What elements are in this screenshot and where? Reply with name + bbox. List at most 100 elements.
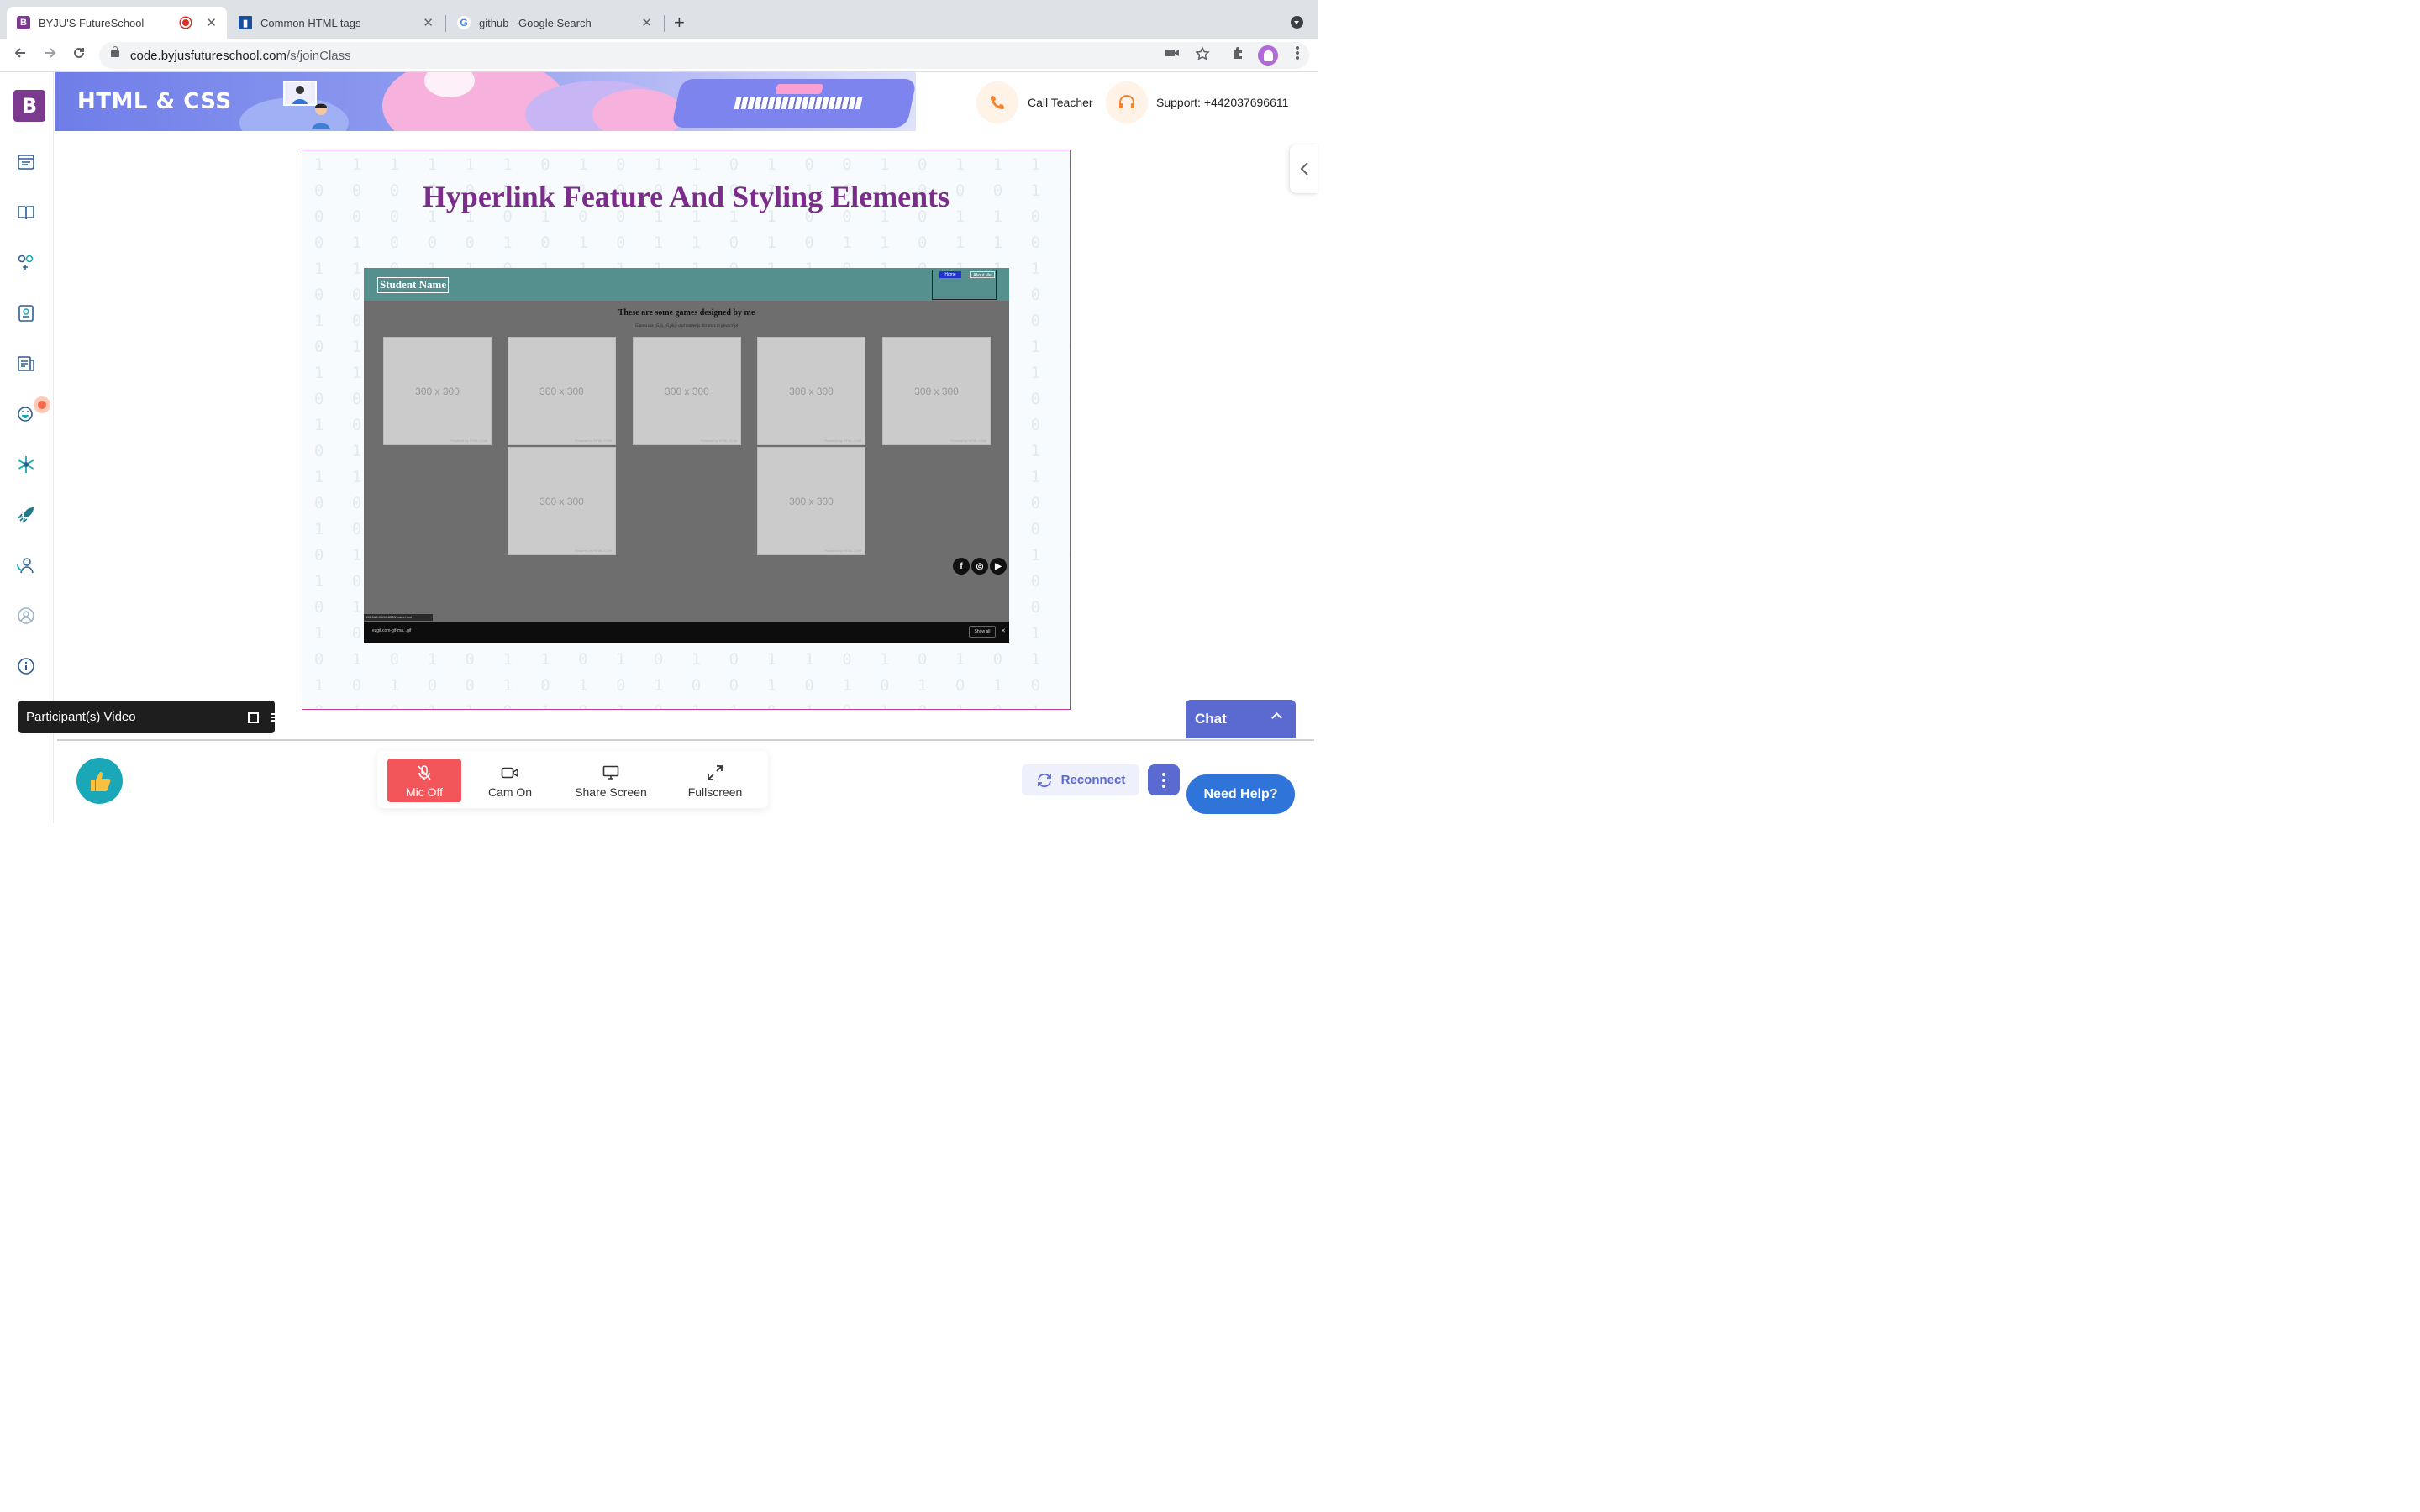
fullscreen-button[interactable]: Fullscreen: [676, 759, 754, 802]
url-path: /s/joinClass: [286, 49, 351, 63]
cam-label: Cam On: [487, 785, 533, 799]
thumbs-up-icon: [90, 771, 110, 791]
thumbs-up-button[interactable]: [76, 758, 123, 804]
tab-html-tags[interactable]: ▮ Common HTML tags ✕: [229, 7, 444, 39]
tab-google-search[interactable]: G github - Google Search ✕: [447, 7, 662, 39]
fullscreen-label: Fullscreen: [687, 785, 743, 799]
placeholder-image: 300 x 300 Powered by HTML.COM: [757, 447, 865, 555]
notes-icon[interactable]: [16, 303, 36, 323]
close-tab-icon[interactable]: ✕: [423, 15, 434, 30]
screenshot-home-button: Home: [939, 271, 961, 278]
layout-icon[interactable]: [271, 713, 285, 722]
camera-icon: [476, 764, 544, 782]
lesson-slide: 1 1 1 1 1 1 0 1 0 1 1 0 1 0 0 1 0 1 1 1 …: [302, 150, 1071, 710]
chevron-up-icon: [1271, 712, 1282, 723]
browser-menu-icon[interactable]: [1288, 45, 1307, 64]
placeholder-image: 300 x 300 Powered by HTML.COM: [757, 337, 865, 445]
more-options-button[interactable]: [1148, 764, 1180, 795]
placeholder-label: 300 x 300: [789, 496, 834, 507]
chat-label: Chat: [1195, 711, 1227, 727]
tab-title: BYJU'S FutureSchool: [39, 16, 145, 29]
youtube-icon: ▶: [990, 558, 1007, 575]
call-teacher-button[interactable]: [976, 81, 1018, 123]
screenshot-student-name: Student Name: [377, 277, 450, 293]
mic-label: Mic Off: [405, 785, 444, 799]
mic-toggle-button[interactable]: Mic Off: [387, 759, 461, 802]
chat-panel-toggle[interactable]: Chat: [1186, 700, 1296, 738]
support-icon[interactable]: [16, 555, 36, 575]
new-tab-button[interactable]: +: [674, 12, 685, 34]
book-icon[interactable]: [16, 202, 36, 223]
address-bar[interactable]: code.byjusfutureschool.com/s/joinClass: [99, 42, 1309, 69]
mic-off-icon: [387, 764, 461, 782]
course-title: HTML & CSS: [77, 89, 232, 114]
screenshot-about-button: About Me: [970, 271, 995, 278]
back-icon[interactable]: [10, 45, 30, 66]
placeholder-image: 300 x 300 Powered by HTML.COM: [508, 337, 616, 445]
call-teacher-label[interactable]: Call Teacher: [1028, 96, 1093, 109]
powered-by-label: Powered by HTML.COM: [575, 549, 612, 553]
expand-icon: [676, 764, 754, 782]
placeholder-label: 300 x 300: [539, 386, 584, 397]
extensions-icon[interactable]: [1229, 45, 1248, 64]
dashboard-icon[interactable]: [16, 152, 36, 172]
screenshot-nav: Home About Me: [932, 270, 997, 300]
screenshot-download-file: ezgif.com-gif-ma...gif: [372, 628, 412, 633]
snowflake-icon[interactable]: [16, 454, 36, 475]
reconnect-button[interactable]: Reconnect: [1022, 764, 1139, 795]
placeholder-image: 300 x 300 Powered by HTML.COM: [633, 337, 741, 445]
screenshot-header: Student Name Home About Me: [364, 268, 1009, 301]
monitor-icon: [569, 764, 653, 782]
byjus-favicon: B: [17, 16, 30, 29]
placeholder-label: 300 x 300: [914, 386, 959, 397]
banner-decoration: [592, 89, 685, 131]
cam-toggle-button[interactable]: Cam On: [476, 759, 544, 802]
placeholder-image: 300 x 300 Powered by HTML.COM: [882, 337, 991, 445]
maximize-icon[interactable]: [248, 712, 259, 723]
screenshot-heading: These are some games designed by me: [618, 308, 755, 318]
reload-icon[interactable]: [69, 45, 89, 66]
support-button[interactable]: [1106, 81, 1148, 123]
url-text: code.byjusfutureschool.com/s/joinClass: [130, 49, 351, 63]
share-screen-button[interactable]: Share Screen: [569, 759, 653, 802]
collapse-panel-button[interactable]: [1290, 144, 1318, 193]
rocket-icon[interactable]: [16, 505, 36, 525]
info-icon[interactable]: [16, 656, 36, 676]
screenshot-subheading: Games use p5.js, p5.play and matter.js l…: [635, 324, 738, 328]
tab-search-icon[interactable]: [1291, 16, 1303, 29]
powered-by-label: Powered by HTML.COM: [950, 438, 986, 443]
tab-separator: [664, 15, 665, 32]
camera-in-use-icon[interactable]: [1163, 46, 1181, 65]
participant-video-label: Participant(s) Video: [26, 710, 136, 724]
report-icon[interactable]: [16, 354, 36, 374]
tab-separator: [445, 15, 446, 32]
profile-icon[interactable]: [16, 606, 36, 626]
browser-tab-strip: B BYJU'S FutureSchool ✕ ▮ Common HTML ta…: [0, 0, 1318, 39]
tab-byjus[interactable]: B BYJU'S FutureSchool ✕: [7, 7, 227, 39]
instagram-icon: ◎: [971, 558, 988, 575]
document-favicon: ▮: [239, 16, 252, 29]
placeholder-label: 300 x 300: [789, 386, 834, 397]
forward-icon[interactable]: [40, 45, 60, 66]
tab-title: github - Google Search: [479, 16, 592, 29]
bottom-divider: [57, 739, 1314, 741]
placeholder-label: 300 x 300: [665, 386, 709, 397]
chevron-left-icon: [1300, 162, 1308, 176]
need-help-button[interactable]: Need Help?: [1186, 774, 1295, 814]
facebook-icon: f: [953, 558, 970, 575]
reconnect-label: Reconnect: [1060, 773, 1126, 787]
student-illustration: [308, 101, 334, 129]
close-tab-icon[interactable]: ✕: [641, 15, 652, 30]
profile-avatar[interactable]: [1258, 45, 1278, 66]
url-host: code.byjusfutureschool.com: [130, 49, 287, 63]
bookmark-star-icon[interactable]: [1193, 46, 1212, 65]
headset-icon: [1119, 95, 1134, 108]
byjus-logo[interactable]: B: [13, 90, 45, 122]
recording-indicator-icon: [181, 18, 192, 28]
close-tab-icon[interactable]: ✕: [206, 15, 217, 30]
activity-icon[interactable]: [16, 253, 36, 273]
powered-by-label: Powered by HTML.COM: [824, 438, 861, 443]
screenshot-download-bar: ezgif.com-gif-ma...gif Show all ✕: [364, 622, 1009, 643]
screenshot-close-icon: ✕: [1001, 628, 1006, 634]
tab-title: Common HTML tags: [260, 16, 361, 29]
